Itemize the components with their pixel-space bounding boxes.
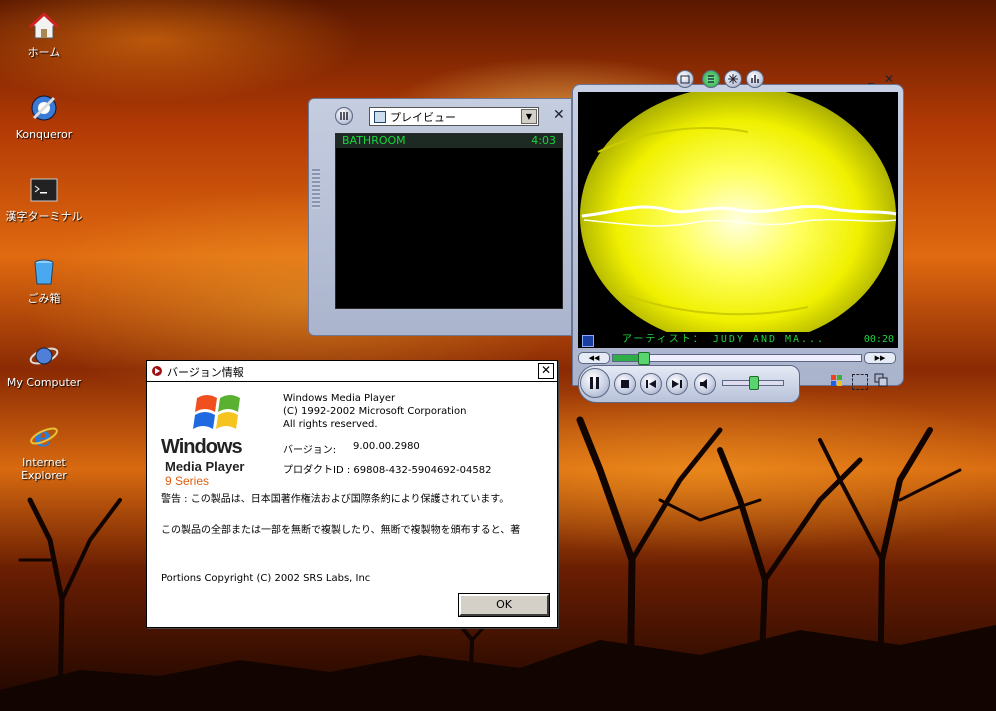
ie-icon: e (28, 420, 60, 453)
desktop-icon-terminal[interactable]: 漢字ターミナル (4, 174, 84, 223)
playlist-icon (374, 111, 386, 123)
fast-forward-skip-button[interactable]: ▶▶ (864, 352, 896, 364)
visualization (578, 92, 898, 333)
track-duration: 4:03 (531, 134, 556, 147)
trash-icon (28, 256, 60, 288)
list-icon (708, 75, 714, 83)
playlist-window: プレイビュー ▼ ✕ BATHROOM 4:03 (308, 98, 572, 336)
equalizer-icon (751, 75, 759, 83)
desktop-icon-label: Konqueror (15, 128, 73, 141)
seek-thumb[interactable] (637, 352, 650, 365)
previous-icon (646, 380, 656, 388)
copyright-line: (C) 1992-2002 Microsoft Corporation (283, 406, 467, 417)
konqueror-icon (28, 92, 60, 124)
pause-button[interactable] (580, 368, 610, 398)
logo-windows: Windows (161, 436, 243, 458)
playlist-grip[interactable] (312, 169, 320, 209)
now-playing-icon (582, 335, 594, 347)
product-id: プロダクトID : 69808-432-5904692-04582 (283, 465, 492, 476)
desktop-icon-label: My Computer (6, 376, 82, 389)
ok-button[interactable]: OK (458, 593, 550, 617)
speaker-icon (700, 379, 707, 389)
track-title: BATHROOM (342, 134, 406, 147)
dialog-close-button[interactable]: ✕ (538, 363, 554, 379)
warning-text: 警告 : この製品は、日本国著作権法および国際条約により保護されています。 (161, 494, 510, 505)
windows-logo-icon[interactable] (830, 374, 844, 388)
seek-bar[interactable] (612, 352, 862, 365)
playlist-tab-button[interactable] (702, 70, 720, 88)
desktop-icon-my-computer[interactable]: My Computer (4, 340, 84, 389)
windows-flag-icon (193, 395, 240, 429)
product-name: Windows Media Player (283, 393, 396, 404)
folder-tab-button[interactable] (676, 70, 694, 88)
previous-button[interactable] (640, 373, 662, 395)
folder-icon (680, 75, 690, 84)
volume-slider[interactable] (722, 376, 784, 390)
desktop-icon-label: ごみ箱 (27, 292, 61, 305)
desktop-icon-label: Internet Explorer (21, 456, 67, 482)
version-label: バージョン: (283, 445, 337, 456)
now-playing-bar: アーティスト： JUDY AND MA... 00:20 (578, 332, 898, 348)
home-icon (28, 10, 60, 42)
next-button[interactable] (666, 373, 688, 395)
rights-line: All rights reserved. (283, 419, 378, 430)
logo-media-player: Media Player (165, 459, 245, 474)
menu-icon (340, 112, 348, 120)
warning-text-2: この製品の全部または一部を無断で複製したり、無断で複製物を頒布すると、著 (161, 525, 521, 536)
windows-media-player-logo: Windows Media Player 9 Series (161, 390, 271, 490)
terminal-icon (28, 174, 60, 206)
logo-series: 9 Series (165, 474, 210, 488)
skin-mode-icon[interactable] (874, 373, 888, 387)
pause-icon (590, 377, 599, 389)
list-item[interactable]: BATHROOM 4:03 (336, 134, 562, 148)
version-value: 9.00.00.2980 (353, 441, 420, 452)
stop-icon (621, 380, 629, 388)
chevron-down-icon[interactable]: ▼ (521, 109, 537, 124)
visualization-tab-button[interactable] (724, 70, 742, 88)
next-icon (672, 380, 682, 388)
desktop-icon-home[interactable]: ホーム (4, 10, 84, 59)
dialog-title: バージョン情報 (167, 366, 244, 379)
desktop-icon-konqueror[interactable]: Konqueror (4, 92, 84, 141)
desktop-icon-label: 漢字ターミナル (5, 210, 83, 223)
portions-copyright: Portions Copyright (C) 2002 SRS Labs, In… (161, 573, 371, 584)
close-icon[interactable]: ✕ (884, 72, 894, 86)
playlist-menu-button[interactable] (335, 107, 353, 125)
fullscreen-icon[interactable] (852, 374, 868, 390)
desktop-icon-internet-explorer[interactable]: e Internet Explorer (4, 420, 84, 482)
dialog-title-bar[interactable]: バージョン情報 ✕ (147, 361, 557, 382)
star-icon (728, 74, 738, 84)
now-playing-text: アーティスト： JUDY AND MA... (622, 334, 826, 345)
equalizer-tab-button[interactable] (746, 70, 764, 88)
playlist-list: BATHROOM 4:03 (335, 133, 563, 309)
volume-thumb[interactable] (749, 376, 759, 390)
computer-icon (28, 340, 60, 372)
about-dialog: バージョン情報 ✕ Windows Media Player 9 Series … (146, 360, 558, 628)
desktop-icon-trash[interactable]: ごみ箱 (4, 256, 84, 305)
desktop-icon-label: ホーム (27, 46, 61, 59)
rewind-skip-button[interactable]: ◀◀ (578, 352, 610, 364)
playlist-dropdown[interactable]: プレイビュー ▼ (369, 107, 539, 126)
svg-text:e: e (34, 420, 52, 452)
transport-controls (578, 365, 898, 403)
minimize-icon[interactable]: _ (868, 70, 874, 84)
wmp-app-icon (151, 365, 163, 377)
media-player-window: _ ✕ ⌃ アーティスト： JUDY AND MA... 00:20 (558, 66, 904, 404)
playlist-dropdown-value: プレイビュー (390, 111, 456, 124)
visualization-image (578, 92, 898, 333)
elapsed-time: 00:20 (863, 334, 894, 345)
dialog-body: Windows Media Player 9 Series Windows Me… (147, 382, 557, 627)
mute-button[interactable] (694, 373, 716, 395)
stop-button[interactable] (614, 373, 636, 395)
